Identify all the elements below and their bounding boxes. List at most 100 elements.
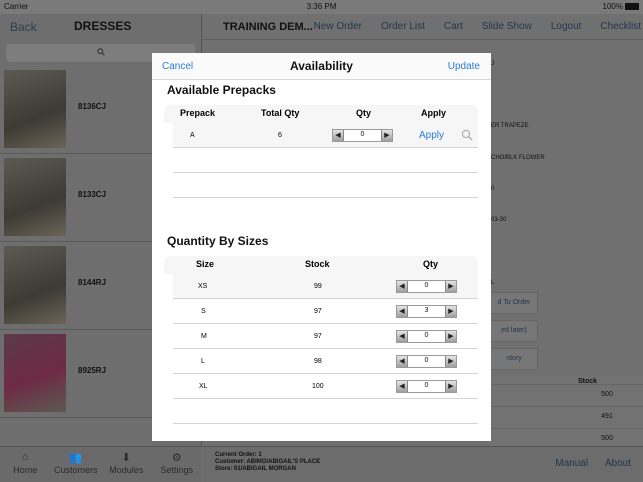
home-icon: ⌂ [21,451,29,463]
customer-info: Customer: ABIMO/ABIGAIL'S PLACE [215,459,321,465]
size-qty-stepper[interactable]: ◀ 0 ▶ [396,280,457,293]
modal-nav-bar: Cancel Availability Update [152,53,491,80]
left-nav-bar: Back DRESSES [0,14,201,40]
size-stock: 99 [314,283,322,290]
stock-cell: 500 [491,384,643,406]
search-icon [96,48,105,56]
update-button[interactable]: Update [448,61,480,72]
size-name: XS [198,283,208,290]
qty-value[interactable]: 0 [345,131,380,138]
settings-icon: ⚙ [171,452,182,464]
detail-fragment: 0 [491,186,495,192]
size-row: XL 100 ◀ 0 ▶ [173,374,478,399]
inventory-button[interactable]: ntory [490,348,538,370]
qty-value[interactable]: 0 [409,357,444,364]
about-link[interactable]: About [605,458,631,469]
qty-value[interactable]: 0 [409,382,444,389]
empty-row [173,399,478,424]
empty-row [173,148,478,173]
decrement-button[interactable]: ◀ [397,381,408,392]
tab-settings[interactable]: ⚙ Settings [152,447,203,482]
sizes-table: Size Stock Qty XS 99 ◀ 0 ▶ S 97 ◀ 3 ▶ M 97 ◀… [164,256,478,424]
qty-value[interactable]: 0 [409,282,444,289]
nav-logout[interactable]: Logout [551,21,582,32]
size-row: XS 99 ◀ 0 ▶ [173,274,478,299]
increment-button[interactable]: ▶ [445,381,456,392]
sizes-header-row: Size Stock Qty [164,256,478,274]
tab-home[interactable]: ⌂ Home [0,447,51,482]
qty-value[interactable]: 3 [409,307,444,314]
prepack-qty-stepper[interactable]: ◀ 0 ▶ [332,129,393,142]
status-bar: Carrier 3:36 PM 100% [0,0,643,14]
tab-modules[interactable]: ⬇ Modules [101,447,152,482]
product-thumbnail [4,158,66,236]
size-qty-stepper[interactable]: ◀ 0 ▶ [396,330,457,343]
detail-fragment: J [491,61,494,67]
nav-checklist[interactable]: Checklist [600,21,641,32]
increment-button[interactable]: ▶ [381,130,392,141]
col-apply: Apply [421,108,447,118]
detail-fragment: ER TRAPEZE [491,123,529,129]
nav-new-order[interactable]: New Order [314,21,362,32]
size-qty-stepper[interactable]: ◀ 3 ▶ [396,305,457,318]
nav-cart[interactable]: Cart [444,21,463,32]
footer-bar: Current Order: 1 Customer: ABIMO/ABIGAIL… [203,446,643,482]
size-name: L [201,358,205,365]
size-row: M 97 ◀ 0 ▶ [173,324,478,349]
prepacks-title: Available Prepacks [167,83,276,97]
sizes-title: Quantity By Sizes [167,234,269,248]
detail-fragment: 03-30 [491,217,507,223]
customers-icon: 👥 [68,452,83,464]
tab-label: Settings [160,465,194,475]
top-nav-bar: TRAINING DEM... New Order Order List Car… [203,14,643,40]
product-code: 8133CJ [78,190,107,199]
product-thumbnail [4,334,66,412]
empty-row [173,173,478,198]
magnifier-icon[interactable] [461,129,473,141]
saved-later-button[interactable]: ed later) [490,320,538,342]
prepack-row: A 6 ◀ 0 ▶ Apply [173,123,478,148]
size-stock: 97 [314,333,322,340]
apply-button[interactable]: Apply [419,130,444,141]
category-title: DRESSES [74,19,132,33]
add-to-order-button[interactable]: d To Order [490,292,538,314]
battery-icon [625,3,639,10]
store-info: Store: 01/ABIGAIL MORGAN [215,466,296,472]
nav-slide-show[interactable]: Slide Show [482,21,532,32]
back-button[interactable]: Back [10,20,37,34]
col-stock: Stock [305,259,330,269]
size-qty-stepper[interactable]: ◀ 0 ▶ [396,380,457,393]
tab-customers[interactable]: 👥 Customers [51,447,102,482]
size-row: L 98 ◀ 0 ▶ [173,349,478,374]
tab-label: Customers [53,465,98,475]
availability-modal: Cancel Availability Update Available Pre… [152,53,491,441]
decrement-button[interactable]: ◀ [397,331,408,342]
size-stock: 97 [314,308,322,315]
decrement-button[interactable]: ◀ [397,281,408,292]
size-qty-stepper[interactable]: ◀ 0 ▶ [396,355,457,368]
tab-label: Modules [109,465,144,475]
increment-button[interactable]: ▶ [445,356,456,367]
increment-button[interactable]: ▶ [445,331,456,342]
col-prepack: Prepack [180,108,216,118]
increment-button[interactable]: ▶ [445,306,456,317]
prepacks-table: Prepack Total Qty Qty Apply A 6 ◀ 0 ▶ Ap… [164,105,478,198]
manual-link[interactable]: Manual [555,458,588,469]
footer-links: Manual About [541,458,631,469]
col-qty: Qty [423,259,439,269]
decrement-button[interactable]: ◀ [397,356,408,367]
nav-order-list[interactable]: Order List [381,21,425,32]
prepack-name: A [190,132,195,139]
stock-cell: 491 [491,406,643,428]
qty-value[interactable]: 0 [409,332,444,339]
modules-icon: ⬇ [121,452,131,464]
detail-fragment: CHO/BLK FLOWER [491,155,545,161]
product-code: 8136CJ [78,102,107,111]
order-info: Current Order: 1 Customer: ABIMO/ABIGAIL… [215,452,320,473]
product-code: 8925RJ [78,366,107,375]
decrement-button[interactable]: ◀ [397,306,408,317]
increment-button[interactable]: ▶ [445,281,456,292]
decrement-button[interactable]: ◀ [333,130,344,141]
battery-indicator: 100% [603,2,639,11]
modal-title: Availability [290,59,353,73]
